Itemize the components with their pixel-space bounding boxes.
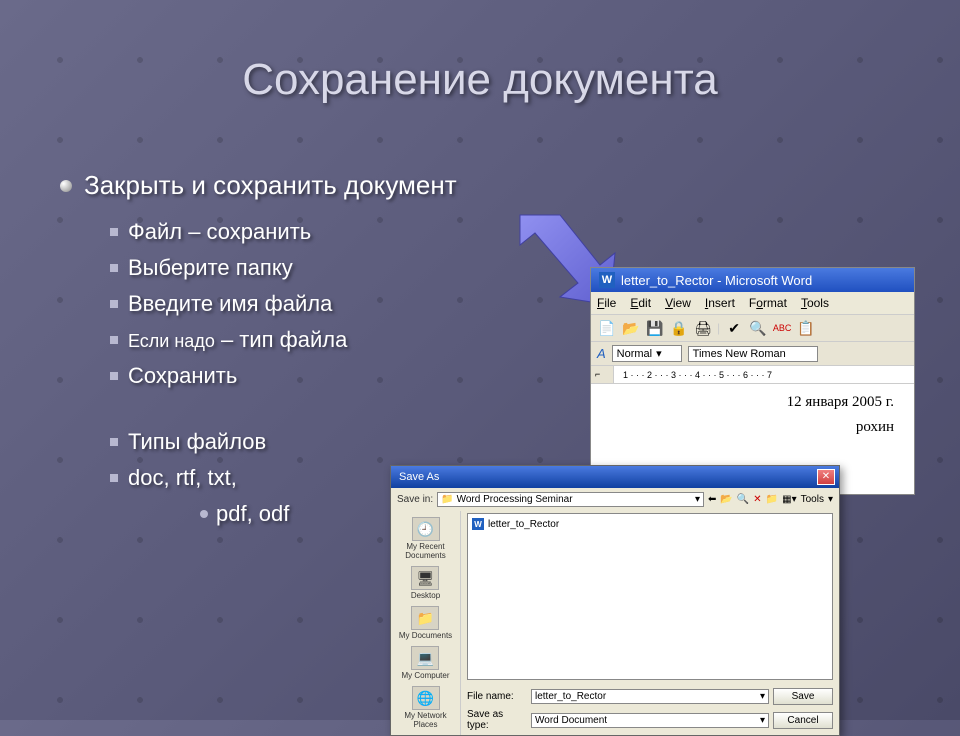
menu-view[interactable]: View xyxy=(665,296,691,310)
mydocs-icon: 📁 xyxy=(411,606,439,630)
save-icon[interactable]: 💾 xyxy=(645,318,665,338)
word-title-text: letter_to_Rector - Microsoft Word xyxy=(621,273,812,288)
square-icon xyxy=(110,228,118,236)
search-icon[interactable]: 🔍 xyxy=(737,494,749,505)
square-icon xyxy=(110,336,118,344)
save-type-combo[interactable]: Word Document▾ xyxy=(531,713,769,728)
places-network[interactable]: 🌐My Network Places xyxy=(393,684,458,731)
slide-title: Сохранение документа xyxy=(0,55,960,105)
sub-item-3: Введите имя файла xyxy=(110,291,560,317)
close-button[interactable]: ✕ xyxy=(817,469,835,485)
permission-icon[interactable]: 🔒 xyxy=(669,318,689,338)
delete-icon[interactable]: ✕ xyxy=(753,494,761,505)
menu-file[interactable]: File xyxy=(597,296,616,310)
square-icon xyxy=(110,264,118,272)
menu-format[interactable]: Format xyxy=(749,296,787,310)
places-desktop[interactable]: 🖥Desktop xyxy=(409,564,442,602)
dialog-titlebar: Save As ✕ xyxy=(391,466,839,488)
sub-item-6: Типы файлов xyxy=(110,429,560,455)
bullet-main-text: Закрыть и сохранить документ xyxy=(84,170,457,201)
save-in-combo[interactable]: 📁 Word Processing Seminar ▾ xyxy=(437,492,704,507)
places-mydocs[interactable]: 📁My Documents xyxy=(397,604,454,642)
word-menubar: File Edit View Insert Format Tools xyxy=(591,292,914,315)
menu-insert[interactable]: Insert xyxy=(705,296,735,310)
style-combo[interactable]: Normal▾ xyxy=(612,345,682,362)
cancel-button[interactable]: Cancel xyxy=(773,712,833,729)
mycomp-icon: 💻 xyxy=(411,646,439,670)
word-file-icon: W xyxy=(472,518,484,530)
up-icon[interactable]: 📂 xyxy=(720,494,732,505)
a-icon[interactable]: A xyxy=(597,346,606,361)
file-list[interactable]: W letter_to_Rector xyxy=(467,513,833,680)
save-button[interactable]: Save xyxy=(773,688,833,705)
dialog-toolbar: Save in: 📁 Word Processing Seminar ▾ ⬅ 📂… xyxy=(391,488,839,511)
sub-item-4: Если надо – тип файла xyxy=(110,327,560,353)
sub-item-1: Файл – сохранить xyxy=(110,219,560,245)
paste-icon[interactable]: 📋 xyxy=(796,318,816,338)
tab-icon[interactable]: ⌐ xyxy=(595,369,600,379)
recent-icon: 🕘 xyxy=(412,517,440,541)
square-icon xyxy=(110,438,118,446)
sub-item-5: Сохранить xyxy=(110,363,560,389)
bullet-dot-icon xyxy=(60,180,72,192)
network-icon: 🌐 xyxy=(412,686,440,710)
file-name-label: File name: xyxy=(467,691,527,702)
abc-icon[interactable]: ABC xyxy=(772,318,792,338)
print-icon[interactable]: 🖨 xyxy=(693,318,713,338)
round-icon xyxy=(200,510,208,518)
doc-date: 12 января 2005 г. xyxy=(611,394,894,411)
menu-edit[interactable]: Edit xyxy=(630,296,651,310)
places-mycomp[interactable]: 💻My Computer xyxy=(399,644,451,682)
open-icon[interactable]: 📂 xyxy=(621,318,641,338)
save-in-label: Save in: xyxy=(397,494,433,505)
square-icon xyxy=(110,300,118,308)
square-icon xyxy=(110,474,118,482)
dialog-title-text: Save As xyxy=(399,471,439,483)
save-type-label: Save as type: xyxy=(467,709,527,731)
word-window: W letter_to_Rector - Microsoft Word File… xyxy=(590,267,915,495)
word-toolbar: 📄 📂 💾 🔒 🖨 | ✔ 🔍 ABC 📋 xyxy=(591,315,914,342)
file-item[interactable]: W letter_to_Rector xyxy=(472,518,828,530)
save-as-dialog: Save As ✕ Save in: 📁 Word Processing Sem… xyxy=(390,465,840,736)
word-titlebar: W letter_to_Rector - Microsoft Word xyxy=(591,268,914,292)
back-icon[interactable]: ⬅ xyxy=(708,494,716,505)
new-doc-icon[interactable]: 📄 xyxy=(597,318,617,338)
newfolder-icon[interactable]: 📁 xyxy=(766,494,778,505)
folder-icon: 📁 xyxy=(441,494,453,505)
bullet-main: Закрыть и сохранить документ xyxy=(60,170,560,201)
research-icon[interactable]: 🔍 xyxy=(748,318,768,338)
square-icon xyxy=(110,372,118,380)
places-recent[interactable]: 🕘My Recent Documents xyxy=(393,515,458,562)
spell-icon[interactable]: ✔ xyxy=(724,318,744,338)
doc-name-fragment: рохин xyxy=(611,419,894,436)
places-bar: 🕘My Recent Documents 🖥Desktop 📁My Docume… xyxy=(391,511,461,735)
font-combo[interactable]: Times New Roman xyxy=(688,346,818,362)
file-name-input[interactable]: letter_to_Rector▾ xyxy=(531,689,769,704)
sub-item-2: Выберите папку xyxy=(110,255,560,281)
views-icon[interactable]: ▦▾ xyxy=(782,494,796,505)
menu-tools[interactable]: Tools xyxy=(801,296,829,310)
word-app-icon: W xyxy=(599,272,615,288)
word-format-bar: A Normal▾ Times New Roman xyxy=(591,342,914,366)
tools-dropdown[interactable]: Tools xyxy=(801,494,824,505)
word-ruler: ⌐ 1 · · · 2 · · · 3 · · · 4 · · · 5 · · … xyxy=(591,366,914,384)
desktop-icon: 🖥 xyxy=(411,566,439,590)
